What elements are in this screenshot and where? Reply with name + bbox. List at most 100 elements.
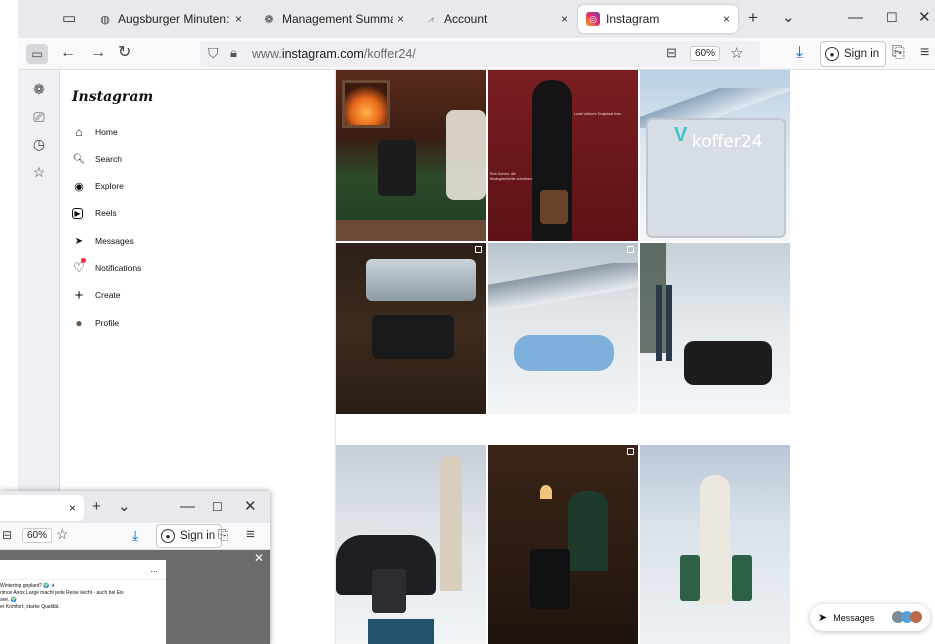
trees-image	[640, 243, 666, 353]
close-icon[interactable]: ×	[235, 12, 242, 26]
forward-button[interactable]: →	[90, 45, 106, 61]
post-thumbnail[interactable]	[336, 243, 486, 414]
nav-create[interactable]: + Create	[72, 286, 121, 304]
history-icon[interactable]: ◷	[29, 136, 49, 153]
nav-home[interactable]: ⌂ Home	[72, 123, 117, 141]
bookmark-star-icon[interactable]: ☆	[56, 526, 69, 543]
post-header: ...	[0, 560, 166, 580]
person-image	[700, 475, 730, 605]
tab-label: Management Summary No	[282, 12, 393, 26]
handbag-image	[540, 190, 568, 224]
reader-view-icon[interactable]: ⊟	[666, 45, 677, 61]
post-grid: Louis Vuitton's Sculptural Icon Eine Kur…	[336, 70, 790, 644]
tab-label: Augsburger Minuten: Fight	[118, 12, 231, 26]
download-icon[interactable]: ⤓	[796, 45, 803, 61]
fireplace-image	[342, 80, 390, 128]
close-icon[interactable]: ×	[69, 501, 76, 515]
tab-augsburger[interactable]: ◍ Augsburger Minuten: Fight ×	[90, 5, 250, 33]
maximize-button[interactable]: ☐	[886, 10, 898, 26]
post-thumbnail[interactable]	[336, 70, 486, 241]
close-icon[interactable]: ×	[561, 12, 568, 26]
augsburger-icon: ◍	[100, 13, 110, 26]
nav-reels[interactable]: ▶ Reels	[72, 204, 117, 222]
sidebar-toggle-icon[interactable]: ▭	[26, 44, 48, 64]
navigation-toolbar: ▭ ← → ↻ ⛉ 🔒︎ www.instagram.com/koffer24/…	[18, 38, 935, 70]
more-options-icon[interactable]: ...	[150, 564, 158, 574]
minimize-button[interactable]: —	[848, 10, 863, 26]
second-browser-window[interactable]: × + ⌄ — ☐ ✕ ⊟ 60% ☆ ⤓ ● Sign in ⎘ ≡ ✕ ..…	[0, 491, 270, 644]
nav-search[interactable]: 🔍︎ Search	[72, 150, 122, 168]
close-icon[interactable]: ×	[397, 12, 404, 26]
account-icon: ●	[825, 47, 839, 61]
new-tab-button[interactable]: +	[92, 499, 101, 515]
ai-chatbot-icon[interactable]: ❁	[29, 81, 49, 98]
menu-icon[interactable]: ≡	[246, 526, 255, 543]
nav-messages[interactable]: ➤ Messages	[72, 232, 134, 250]
duffel-bag-image	[514, 335, 614, 371]
tab-instagram[interactable]: ◎ Instagram ×	[578, 5, 738, 33]
post-thumbnail[interactable]	[336, 445, 486, 644]
tab-list-button[interactable]: ⌄	[782, 10, 795, 26]
bookmark-star-icon[interactable]: ☆	[730, 44, 743, 62]
close-window-button[interactable]: ✕	[918, 10, 931, 26]
close-icon[interactable]: ✕	[254, 551, 264, 565]
multi-image-icon	[627, 246, 634, 253]
download-icon[interactable]: ⤓	[132, 527, 138, 544]
tab-overview-icon[interactable]: ▭	[62, 11, 76, 27]
nav-label: Notifications	[95, 263, 142, 273]
back-button[interactable]: ←	[60, 45, 76, 61]
instagram-logo[interactable]: Instagram	[72, 89, 153, 105]
messages-icon: ➤	[74, 235, 84, 247]
bookmarks-icon[interactable]: ☆	[29, 164, 49, 181]
post-thumbnail[interactable]: koffer24 V	[640, 70, 790, 241]
person-image	[440, 455, 462, 591]
blanket-image	[446, 110, 486, 200]
tab-active[interactable]: ×	[0, 495, 84, 521]
extensions-icon[interactable]: ⎘	[892, 45, 905, 61]
table-image	[336, 220, 486, 241]
ski-image	[666, 285, 672, 361]
post-thumbnail[interactable]	[640, 445, 790, 644]
maximize-button[interactable]: ☐	[212, 499, 223, 515]
sign-in-button[interactable]: ● Sign in	[156, 524, 223, 548]
nav-label: Messages	[95, 236, 134, 246]
url-bar[interactable]: ⛉ 🔒︎ www.instagram.com/koffer24/ ⊟ 60% ☆	[200, 41, 760, 67]
post-thumbnail[interactable]: Louis Vuitton's Sculptural Icon Eine Kur…	[488, 70, 638, 241]
post-caption: Louis Vuitton's Sculptural Icon	[574, 112, 621, 116]
caption-line: er Komfort, starke Qualität.	[0, 604, 60, 610]
post-thumbnail[interactable]	[488, 445, 638, 644]
lamp-image	[540, 485, 552, 499]
tab-account[interactable]: ⩘ Account ×	[416, 5, 576, 33]
tab-management-summary[interactable]: ❁ Management Summary No ×	[254, 5, 412, 33]
suitcase-image	[680, 555, 700, 601]
person-image	[568, 491, 608, 571]
close-icon[interactable]: ×	[723, 12, 730, 26]
close-window-button[interactable]: ✕	[244, 499, 257, 515]
zoom-level[interactable]: 60%	[22, 528, 53, 543]
reload-button[interactable]: ↻	[118, 45, 131, 61]
brand-logo-icon: V	[674, 124, 688, 146]
shield-icon[interactable]: ⛉	[208, 45, 219, 62]
menu-icon[interactable]: ≡	[920, 45, 929, 61]
plus-icon: +	[74, 286, 84, 304]
reader-view-icon[interactable]: ⊟	[2, 528, 12, 542]
sign-in-button[interactable]: ● Sign in	[820, 41, 887, 67]
messages-label: Messages	[833, 612, 875, 623]
nav-profile[interactable]: ● Profile	[72, 314, 119, 332]
post-thumbnail[interactable]	[488, 243, 638, 414]
post-thumbnail[interactable]	[640, 243, 790, 414]
zoom-level[interactable]: 60%	[690, 46, 721, 61]
chatgpt-icon: ❁	[264, 13, 274, 26]
new-tab-button[interactable]: +	[748, 9, 758, 26]
minimize-button[interactable]: —	[180, 499, 195, 515]
extensions-icon[interactable]: ⎘	[218, 527, 228, 543]
lock-icon[interactable]: 🔒︎	[230, 45, 237, 61]
synced-tabs-icon[interactable]: ⎚	[29, 109, 49, 126]
url-text[interactable]: www.instagram.com/koffer24/	[252, 47, 416, 61]
post-caption: Eine Kurven, die Modegeschichte schreibe…	[490, 172, 533, 181]
nav-explore[interactable]: ◉ Explore	[72, 177, 124, 195]
nav-label: Explore	[95, 181, 124, 191]
ski-image	[656, 285, 662, 361]
messages-pill[interactable]: ➤ Messages	[810, 604, 930, 631]
tab-list-button[interactable]: ⌄	[118, 499, 131, 515]
